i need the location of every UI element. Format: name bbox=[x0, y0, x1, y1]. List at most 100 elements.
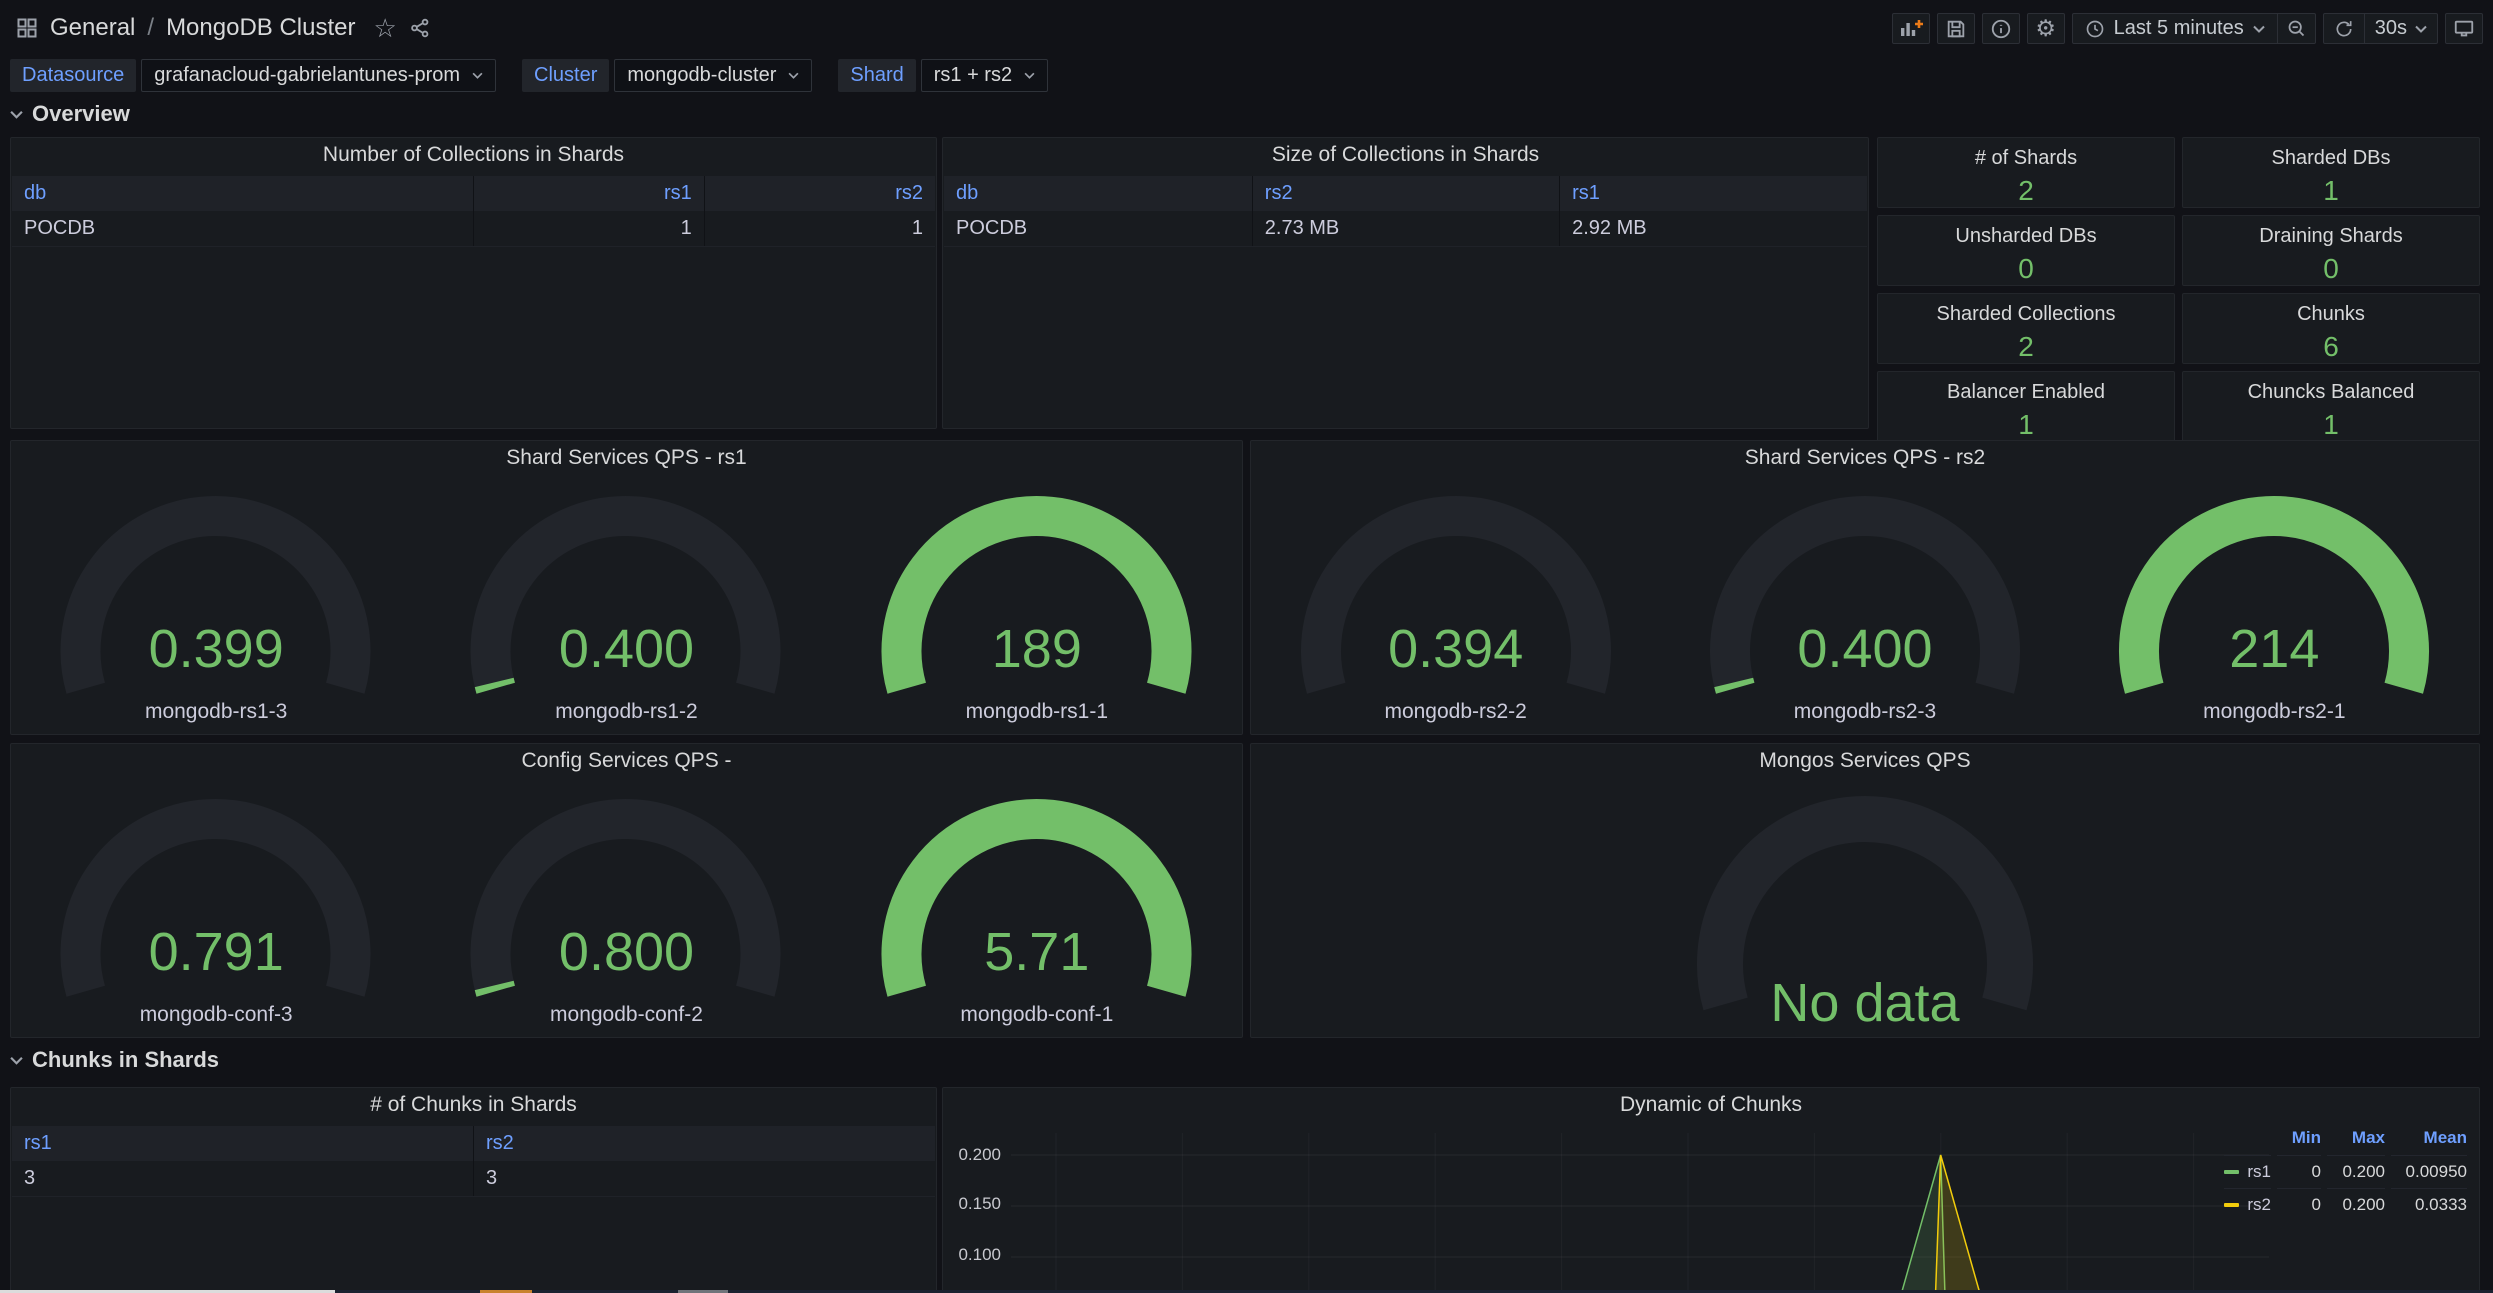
column-header-rs1[interactable]: rs1 bbox=[1560, 176, 1867, 211]
section-header-chunks[interactable]: Chunks in Shards bbox=[10, 1047, 219, 1073]
stat-title[interactable]: Balancer Enabled bbox=[1878, 381, 2174, 404]
panel-title[interactable]: Dynamic of Chunks bbox=[943, 1088, 2479, 1122]
table-row: POCDB 2.73 MB 2.92 MB bbox=[944, 211, 1867, 246]
stats-grid: # of Shards 2 Sharded DBs 1 Unsharded DB… bbox=[1877, 137, 2480, 429]
panel-mongos-qps: Mongos Services QPS No data bbox=[1250, 743, 2480, 1038]
table: db rs2 rs1 POCDB 2.73 MB 2.92 MB bbox=[944, 176, 1867, 247]
stat-title[interactable]: Sharded DBs bbox=[2183, 147, 2479, 170]
gauge-label: mongodb-conf-3 bbox=[11, 1003, 421, 1027]
legend-mean-rs1: 0.00950 bbox=[2391, 1155, 2467, 1188]
legend-header-min[interactable]: Min bbox=[2277, 1126, 2321, 1155]
panel-title[interactable]: # of Chunks in Shards bbox=[11, 1088, 936, 1122]
panel-title[interactable]: Number of Collections in Shards bbox=[11, 138, 936, 172]
legend-series-name: rs2 bbox=[2247, 1195, 2271, 1215]
variable-shard: Shard rs1 + rs2 bbox=[838, 59, 1048, 92]
dashboards-grid-icon[interactable] bbox=[16, 17, 38, 39]
chevron-down-icon bbox=[2415, 25, 2427, 33]
panel-shard-qps-rs2: Shard Services QPS - rs2 0.394 mongodb-r… bbox=[1250, 440, 2480, 735]
chevron-down-icon bbox=[10, 110, 23, 119]
gauge-value: 0.399 bbox=[11, 622, 421, 676]
section-title: Overview bbox=[32, 101, 130, 127]
column-header-rs1[interactable]: rs1 bbox=[474, 176, 705, 211]
column-header-rs2[interactable]: rs2 bbox=[704, 176, 935, 211]
legend-header-mean[interactable]: Mean bbox=[2391, 1126, 2467, 1155]
refresh-button[interactable] bbox=[2324, 14, 2364, 43]
share-icon[interactable] bbox=[409, 17, 431, 39]
variable-value-dropdown[interactable]: mongodb-cluster bbox=[614, 59, 812, 92]
panel-title[interactable]: Shard Services QPS - rs2 bbox=[1251, 441, 2479, 475]
stat-sharded-collections: Sharded Collections 2 bbox=[1877, 293, 2175, 364]
gauge-label: mongodb-rs2-2 bbox=[1251, 700, 1660, 724]
stat-title[interactable]: Sharded Collections bbox=[1878, 303, 2174, 326]
stat-title[interactable]: Draining Shards bbox=[2183, 225, 2479, 248]
table-row: POCDB 1 1 bbox=[12, 211, 935, 246]
chart-legend: Min Max Mean rs1 0 0.200 0.00950 rs2 0 0… bbox=[2224, 1126, 2467, 1221]
y-axis-tick: 0.200 bbox=[947, 1145, 1001, 1165]
save-dashboard-button[interactable] bbox=[1937, 13, 1975, 44]
column-header-db[interactable]: db bbox=[944, 176, 1252, 211]
cell-rs1: 1 bbox=[474, 211, 705, 246]
gauge-mongodb-conf-3: 0.791 mongodb-conf-3 bbox=[11, 776, 421, 1037]
dashboard-toolbar: ⚙ Last 5 minutes bbox=[1892, 13, 2483, 44]
gauge-value: 214 bbox=[2070, 622, 2479, 676]
gauge-mongodb-conf-1: 5.71 mongodb-conf-1 bbox=[832, 776, 1242, 1037]
cell-rs2: 2.73 MB bbox=[1252, 211, 1559, 246]
stat-chunks-balanced: Chuncks Balanced 1 bbox=[2182, 371, 2480, 442]
panel-title[interactable]: Mongos Services QPS bbox=[1251, 744, 2479, 778]
gauge-label: mongodb-rs2-1 bbox=[2070, 700, 2479, 724]
time-series-plot bbox=[1011, 1133, 2269, 1293]
dashboard-info-button[interactable] bbox=[1982, 13, 2020, 44]
star-icon[interactable]: ☆ bbox=[373, 15, 396, 41]
panel-title[interactable]: Shard Services QPS - rs1 bbox=[11, 441, 1242, 475]
stat-value: 0 bbox=[2183, 253, 2479, 285]
time-range-picker[interactable]: Last 5 minutes bbox=[2073, 14, 2277, 43]
panel-title[interactable]: Config Services QPS - bbox=[11, 744, 1242, 778]
template-variables-row: Datasource grafanacloud-gabrielantunes-p… bbox=[10, 59, 1048, 92]
legend-header-max[interactable]: Max bbox=[2327, 1126, 2385, 1155]
chevron-down-icon bbox=[2253, 25, 2265, 33]
column-header-rs1[interactable]: rs1 bbox=[12, 1126, 474, 1161]
zoom-out-button[interactable] bbox=[2277, 14, 2315, 43]
navbar: General / MongoDB Cluster ☆ bbox=[0, 0, 2493, 56]
column-header-rs2[interactable]: rs2 bbox=[474, 1126, 936, 1161]
clock-icon bbox=[2085, 19, 2105, 39]
cycle-view-mode-button[interactable] bbox=[2445, 13, 2483, 44]
stat-title[interactable]: Chuncks Balanced bbox=[2183, 381, 2479, 404]
section-header-overview[interactable]: Overview bbox=[10, 101, 130, 127]
breadcrumb: General / MongoDB Cluster ☆ bbox=[16, 0, 431, 56]
stat-balancer-enabled: Balancer Enabled 1 bbox=[1877, 371, 2175, 442]
table-header-row: rs1 rs2 bbox=[12, 1126, 935, 1161]
refresh-interval-picker[interactable]: 30s bbox=[2364, 14, 2437, 43]
chevron-down-icon bbox=[472, 72, 483, 79]
variable-datasource: Datasource grafanacloud-gabrielantunes-p… bbox=[10, 59, 496, 92]
variable-value-dropdown[interactable]: grafanacloud-gabrielantunes-prom bbox=[141, 59, 496, 92]
breadcrumb-folder[interactable]: General bbox=[50, 14, 135, 42]
legend-min-rs2: 0 bbox=[2277, 1188, 2321, 1221]
table-row: 3 3 bbox=[12, 1161, 935, 1196]
add-panel-button[interactable] bbox=[1892, 13, 1930, 44]
gauge-value: 0.791 bbox=[11, 925, 421, 979]
legend-series-rs2[interactable]: rs2 bbox=[2224, 1188, 2271, 1221]
variable-value-dropdown[interactable]: rs1 + rs2 bbox=[921, 59, 1048, 92]
legend-swatch-rs1 bbox=[2224, 1170, 2239, 1174]
stat-num-shards: # of Shards 2 bbox=[1877, 137, 2175, 208]
gauge-value: 0.400 bbox=[1660, 622, 2069, 676]
column-header-rs2[interactable]: rs2 bbox=[1252, 176, 1559, 211]
legend-max-rs1: 0.200 bbox=[2327, 1155, 2385, 1188]
column-header-db[interactable]: db bbox=[12, 176, 474, 211]
refresh-group: 30s bbox=[2323, 13, 2438, 44]
variable-label: Cluster bbox=[522, 59, 609, 92]
page-title: MongoDB Cluster bbox=[166, 14, 355, 42]
stat-title[interactable]: Unsharded DBs bbox=[1878, 225, 2174, 248]
stat-value: 2 bbox=[1878, 331, 2174, 363]
stat-title[interactable]: Chunks bbox=[2183, 303, 2479, 326]
gauge-value: 0.800 bbox=[421, 925, 831, 979]
cell-rs1: 3 bbox=[12, 1161, 474, 1196]
legend-series-rs1[interactable]: rs1 bbox=[2224, 1155, 2271, 1188]
grafana-dashboard: General / MongoDB Cluster ☆ bbox=[0, 0, 2493, 1293]
variable-value: grafanacloud-gabrielantunes-prom bbox=[154, 64, 460, 87]
dashboard-settings-button[interactable]: ⚙ bbox=[2027, 13, 2065, 44]
cell-rs2: 1 bbox=[704, 211, 935, 246]
panel-title[interactable]: Size of Collections in Shards bbox=[943, 138, 1868, 172]
stat-title[interactable]: # of Shards bbox=[1878, 147, 2174, 170]
